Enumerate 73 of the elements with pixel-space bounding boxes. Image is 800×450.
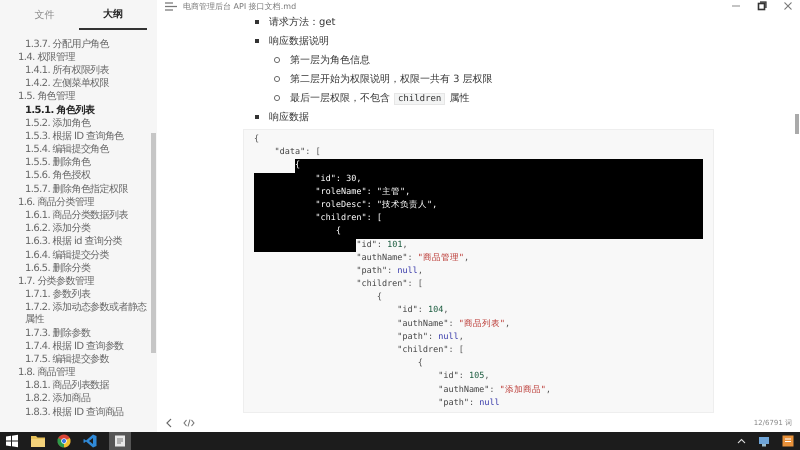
outline-item[interactable]: 1.4.2. 左侧菜单权限 bbox=[0, 78, 157, 91]
list-text: 响应数据说明 bbox=[269, 34, 329, 48]
outline-item[interactable]: 1.6.3. 根据 id 查询分类 bbox=[0, 236, 157, 249]
outline-item[interactable]: 1.6.2. 添加分类 bbox=[0, 222, 157, 236]
outline-item[interactable]: 1.5.6. 角色授权 bbox=[0, 170, 157, 184]
outline-item[interactable]: 1.6. 商品分类管理 bbox=[0, 196, 157, 210]
notification-icon[interactable] bbox=[782, 435, 794, 447]
outline-item[interactable]: 1.5.4. 编辑提交角色 bbox=[0, 144, 157, 157]
outline-item[interactable]: 1.6.1. 商品分类数据列表 bbox=[0, 209, 157, 223]
bullet-icon bbox=[274, 56, 280, 62]
list-text: 第一层为角色信息 bbox=[290, 54, 370, 66]
code-line: "path": null, bbox=[396, 330, 465, 344]
outline-item[interactable]: 1.7. 分类参数管理 bbox=[0, 275, 157, 289]
outline-item[interactable]: 1.8.3. 根据 ID 查询商品 bbox=[0, 406, 157, 420]
code-line: "children": [ bbox=[396, 344, 465, 357]
window-title: 电商管理后台 API 接口文档.md bbox=[183, 0, 296, 12]
outline-item[interactable]: 1.5.3. 根据 ID 查询角色 bbox=[0, 130, 157, 144]
code-line: { bbox=[416, 357, 424, 370]
outline-item[interactable]: 1.7.2. 添加动态参数或者静态属性 bbox=[0, 302, 157, 327]
caret-icon[interactable] bbox=[737, 438, 746, 444]
menu-icon[interactable] bbox=[165, 2, 177, 10]
bullet-icon bbox=[274, 94, 280, 100]
scrollbar[interactable] bbox=[795, 114, 799, 134]
scrollbar[interactable] bbox=[151, 133, 156, 353]
outline-item[interactable]: 1.4.1. 所有权限列表 bbox=[0, 64, 157, 78]
outline-item[interactable]: 1.5.7. 删除角色指定权限 bbox=[0, 183, 157, 196]
code-line: "authName": "商品管理", bbox=[355, 252, 470, 265]
outline-item[interactable]: 1.7.3. 删除参数 bbox=[0, 326, 157, 340]
document-app-icon[interactable] bbox=[114, 435, 126, 447]
list-text: 第二层开始为权限说明，权限一共有 3 层权限 bbox=[290, 72, 493, 86]
list-text: 响应数据 bbox=[269, 110, 309, 124]
bullet-icon bbox=[255, 20, 259, 24]
source-code-icon[interactable] bbox=[183, 418, 195, 428]
code-line: "path": null bbox=[437, 396, 501, 410]
outline-item[interactable]: 1.8.2. 添加商品 bbox=[0, 392, 157, 406]
code-line: "id": 104, bbox=[396, 304, 450, 318]
outline-item[interactable]: 1.8. 商品管理 bbox=[0, 366, 157, 380]
code-line: "authName": "商品列表", bbox=[396, 318, 512, 331]
outline-item[interactable]: 1.8.1. 商品列表数据 bbox=[0, 380, 157, 393]
code-line: { bbox=[254, 133, 260, 146]
folder-icon[interactable] bbox=[31, 435, 45, 447]
code-line: "authName": "添加商品", bbox=[437, 384, 552, 397]
sidebar-tab[interactable]: 大纲 bbox=[78, 0, 147, 30]
code-line: "id": 105, bbox=[437, 370, 490, 384]
collapse-sidebar-icon[interactable] bbox=[165, 418, 173, 428]
code-editor-icon[interactable] bbox=[83, 434, 97, 448]
outline-item[interactable]: 1.5.5. 删除角色 bbox=[0, 156, 157, 170]
bullet-icon bbox=[255, 114, 259, 118]
outline-item[interactable]: 1.5. 角色管理 bbox=[0, 90, 157, 104]
network-icon[interactable] bbox=[758, 436, 770, 446]
outline-item[interactable]: 1.6.4. 编辑提交分类 bbox=[0, 249, 157, 262]
sidebar-tab[interactable]: 文件 bbox=[10, 0, 78, 30]
bullet-icon bbox=[274, 76, 280, 82]
outline-item[interactable]: 1.5.2. 添加角色 bbox=[0, 117, 157, 130]
outline-item[interactable]: 1.7.5. 编辑提交参数 bbox=[0, 353, 157, 366]
windows-start-icon[interactable] bbox=[5, 434, 19, 448]
outline-item[interactable]: 1.7.1. 参数列表 bbox=[0, 288, 157, 302]
list-text: 请求方法：get bbox=[269, 16, 336, 28]
bullet-icon bbox=[255, 38, 259, 42]
code-line: "children": [ bbox=[355, 278, 424, 292]
code-line: "data": [ bbox=[273, 146, 322, 160]
outline-item[interactable]: 1.4. 权限管理 bbox=[0, 51, 157, 64]
outline-item[interactable]: 1.3.7. 分配用户角色 bbox=[0, 38, 157, 52]
code-line: "id": 101, bbox=[254, 238, 703, 252]
outline-item[interactable]: 1.6.5. 删除分类 bbox=[0, 262, 157, 276]
list-text: 最后一层权限，不包含 children 属性 bbox=[290, 92, 470, 104]
code-line: { bbox=[376, 291, 383, 304]
close-icon[interactable] bbox=[783, 1, 793, 11]
browser-icon[interactable] bbox=[57, 434, 71, 448]
restore-icon[interactable] bbox=[757, 1, 767, 11]
outline-item[interactable]: 1.5.1. 角色列表 bbox=[0, 104, 157, 118]
code-line: "path": null, bbox=[355, 264, 424, 278]
outline-item[interactable]: 1.7.4. 根据 ID 查询参数 bbox=[0, 340, 157, 354]
